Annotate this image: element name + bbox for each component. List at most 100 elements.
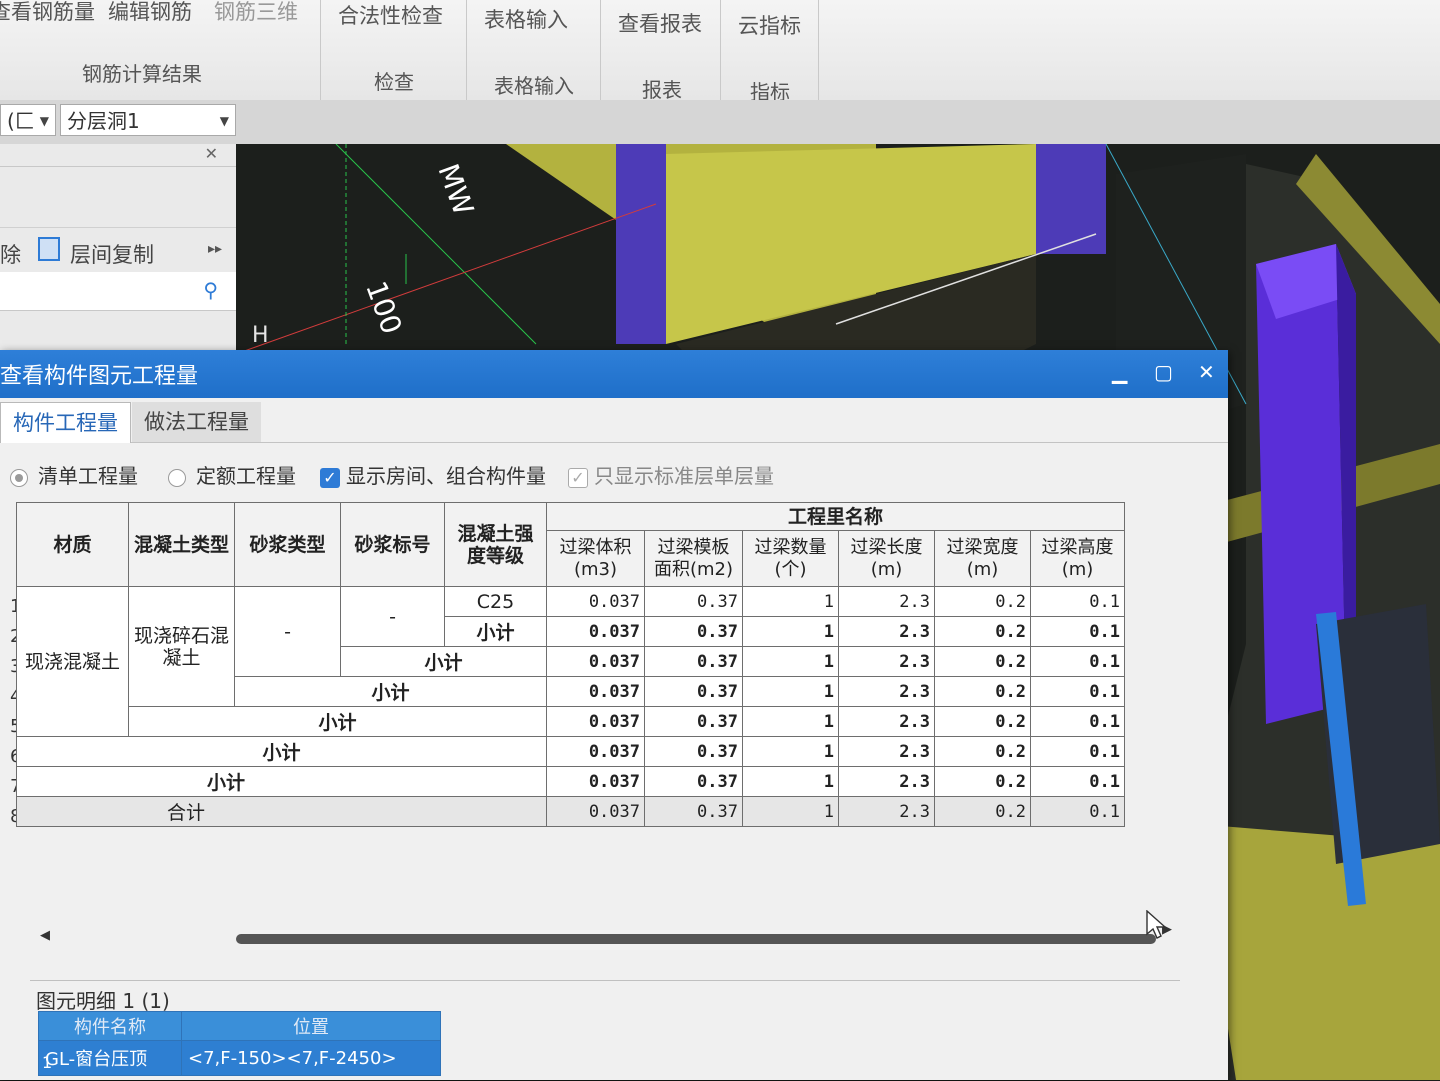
view-report-button[interactable]: 查看报表: [618, 8, 702, 38]
component-name-combo[interactable]: 分层洞1 ▼: [60, 104, 236, 136]
header-volume[interactable]: 过梁体积(m3): [546, 530, 645, 587]
search-icon[interactable]: ⚲: [203, 278, 218, 302]
cell-volume: 0.037: [546, 706, 645, 737]
cell-volume: 0.037: [546, 736, 645, 767]
cell-subtotal: 小计: [128, 706, 547, 737]
header-mortar-grade[interactable]: 砂浆标号: [340, 502, 445, 587]
cell-width: 0.2: [934, 586, 1031, 617]
header-formwork[interactable]: 过梁模板面积(m2): [644, 530, 743, 587]
cell-length: 2.3: [838, 706, 935, 737]
header-width[interactable]: 过梁宽度(m): [934, 530, 1031, 587]
minimize-icon[interactable]: ▁: [1112, 360, 1127, 384]
more-arrow-icon[interactable]: ▸▸: [208, 241, 222, 257]
maximize-icon[interactable]: ▢: [1154, 360, 1173, 384]
cell-subtotal: 小计: [16, 766, 547, 797]
cloud-index-button[interactable]: 云指标: [738, 10, 801, 40]
component-type-value: (匚: [7, 109, 35, 133]
cell-count: 1: [742, 736, 839, 767]
header-material[interactable]: 材质: [16, 502, 129, 587]
report-group: 查看报表 报表: [600, 0, 721, 102]
close-icon[interactable]: ✕: [1198, 360, 1215, 384]
cell-formwork: 0.37: [644, 766, 743, 797]
table-row-total[interactable]: 合计 0.037 0.37 1 2.3 0.2 0.1: [16, 796, 1125, 827]
tab-component-qty[interactable]: 构件工程量: [0, 402, 131, 443]
quota-qty-label: 定额工程量: [196, 464, 296, 488]
header-strength-grade[interactable]: 混凝土强度等级: [444, 502, 547, 587]
legality-check-button[interactable]: 合法性检查: [338, 0, 443, 30]
cell-volume: 0.037: [546, 676, 645, 707]
cell-count: 1: [742, 766, 839, 797]
std-floor-option[interactable]: ✓ 只显示标准层单层量: [568, 460, 774, 492]
header-mortar-type[interactable]: 砂浆类型: [234, 502, 341, 587]
checkbox-disabled-icon[interactable]: ✓: [568, 467, 588, 488]
edit-rebar-button[interactable]: 编辑钢筋: [108, 0, 192, 26]
header-length[interactable]: 过梁长度(m): [838, 530, 935, 587]
radio-icon[interactable]: [168, 468, 186, 487]
check-group: 合法性检查 检查: [320, 0, 467, 100]
cell-concrete-type: 现浇碎石混凝土: [128, 586, 235, 707]
chevron-down-icon[interactable]: ▼: [40, 105, 49, 137]
component-name-value: 分层洞1: [67, 109, 140, 133]
table-input-button[interactable]: 表格输入: [484, 4, 568, 34]
view-rebar-button[interactable]: 查看钢筋量: [0, 0, 95, 26]
show-room-option[interactable]: ✓ 显示房间、组合构件量: [320, 460, 546, 492]
cell-volume: 0.037: [546, 796, 645, 827]
cell-length: 2.3: [838, 646, 935, 677]
cell-length: 2.3: [838, 586, 935, 617]
cell-width: 0.2: [934, 706, 1031, 737]
cell-count: 1: [742, 676, 839, 707]
cell-mortar-type: -: [234, 586, 341, 677]
cell-height: 0.1: [1030, 706, 1125, 737]
cell-formwork: 0.37: [644, 736, 743, 767]
list-qty-option[interactable]: 清单工程量: [10, 460, 138, 492]
cell-formwork: 0.37: [644, 796, 743, 827]
report-label: 报表: [642, 78, 682, 102]
left-panel-search[interactable]: ⚲: [0, 272, 236, 311]
tab-method-qty[interactable]: 做法工程量: [132, 402, 261, 442]
checkbox-checked-icon[interactable]: ✓: [320, 467, 340, 488]
close-icon[interactable]: ✕: [205, 144, 218, 163]
cell-height: 0.1: [1030, 646, 1125, 677]
cell-width: 0.2: [934, 676, 1031, 707]
delete-button[interactable]: 除: [0, 239, 21, 269]
detail-header-name[interactable]: 构件名称: [38, 1011, 182, 1041]
detail-header-position[interactable]: 位置: [181, 1011, 441, 1041]
index-group: 云指标 指标: [720, 0, 819, 104]
cell-count: 1: [742, 616, 839, 647]
header-concrete-type[interactable]: 混凝土类型: [128, 502, 235, 587]
cell-width: 0.2: [934, 766, 1031, 797]
rebar-3d-button[interactable]: 钢筋三维: [214, 0, 298, 26]
header-count[interactable]: 过梁数量(个): [742, 530, 839, 587]
table-row[interactable]: 小计 0.037 0.37 1 2.3 0.2 0.1: [16, 766, 1125, 797]
std-floor-label: 只显示标准层单层量: [594, 464, 774, 488]
chevron-down-icon[interactable]: ▼: [220, 105, 229, 137]
copy-floor-icon[interactable]: [38, 237, 60, 261]
quantity-table: 材质 混凝土类型 砂浆类型 砂浆标号 混凝土强度等级 工程里名称 过梁体积(m3…: [16, 502, 1125, 827]
table-row[interactable]: 小计 0.037 0.37 1 2.3 0.2 0.1: [16, 736, 1125, 767]
cell-subtotal: 小计: [444, 616, 547, 647]
show-room-label: 显示房间、组合构件量: [346, 464, 546, 488]
scroll-left-icon[interactable]: ◀: [40, 928, 50, 943]
component-type-combo[interactable]: (匚 ▼: [0, 104, 56, 136]
cell-length: 2.3: [838, 766, 935, 797]
detail-row-number: 1: [42, 1053, 53, 1072]
table-row[interactable]: 小计 0.037 0.37 1 2.3 0.2 0.1: [17, 706, 1125, 737]
copy-between-floors-button[interactable]: 层间复制: [70, 239, 154, 269]
quota-qty-option[interactable]: 定额工程量: [168, 460, 296, 492]
radio-icon[interactable]: [10, 468, 28, 487]
cell-length: 2.3: [838, 736, 935, 767]
header-height[interactable]: 过梁高度(m): [1030, 530, 1125, 587]
cell-height: 0.1: [1030, 766, 1125, 797]
left-panel-tools: 除 层间复制 ▸▸: [0, 167, 236, 267]
table-row[interactable]: 现浇混凝土 现浇碎石混凝土 - - C25 0.037 0.37 1 2.3 0…: [16, 586, 1125, 737]
detail-row[interactable]: GL-窗台压顶 <7,F-150><7,F-2450>: [38, 1040, 441, 1076]
scrollbar-thumb[interactable]: [236, 934, 1156, 944]
dialog-titlebar[interactable]: 查看构件图元工程量 ▁ ▢ ✕: [0, 350, 1228, 398]
dialog-title: 查看构件图元工程量: [0, 364, 199, 389]
table-input-group: 表格输入 表格输入: [466, 0, 601, 100]
horizontal-scrollbar[interactable]: ◀ ▶: [36, 922, 1176, 950]
cell-formwork: 0.37: [644, 646, 743, 677]
element-detail-panel: 图元明细 1 (1) 构件名称 位置 GL-窗台压顶 <7,F-150><7,F…: [30, 980, 1180, 1081]
cell-formwork: 0.37: [644, 706, 743, 737]
cell-material: 现浇混凝土: [16, 586, 129, 737]
